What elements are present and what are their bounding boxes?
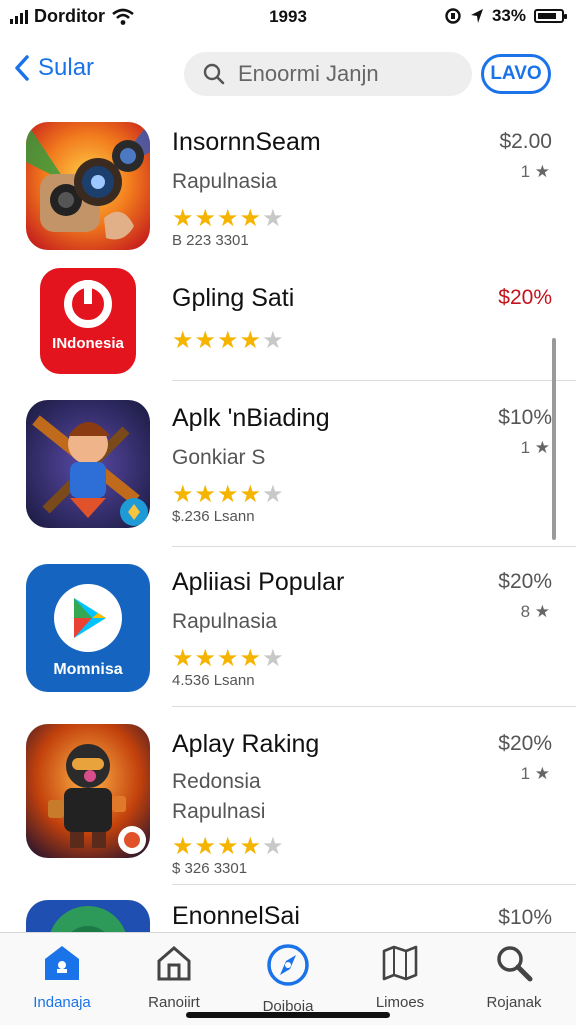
review-count: 1 ★: [520, 162, 550, 181]
tab-label: Rojanak: [486, 994, 542, 1011]
star-rating: ★★★★★: [172, 327, 285, 354]
compass-icon: [267, 944, 309, 986]
battery-icon: [534, 9, 567, 23]
star-rating: ★★★★★: [172, 205, 285, 232]
app-meta: $.236 Lsann: [172, 508, 255, 525]
list-item[interactable]: InsornnSeam Rapulnasia ★★★★★ B 223 3301 …: [0, 112, 576, 252]
app-title: Apliiasi Popular: [172, 568, 345, 596]
search-icon: [203, 63, 225, 85]
map-icon: [382, 945, 418, 981]
star-rating: ★★★★★: [172, 645, 285, 672]
app-subtitle: Rapulnasia: [172, 170, 278, 193]
tab-indanaja[interactable]: Indanaja: [12, 943, 112, 1011]
tab-rojanak[interactable]: Rojanak: [464, 943, 564, 1011]
app-title: EnonnelSai: [172, 902, 300, 930]
list-item[interactable]: Aplay Raking Redonsia Rapulnasi ★★★★★ $ …: [0, 718, 576, 888]
review-count: 1 ★: [520, 764, 550, 783]
app-icon: [26, 400, 150, 528]
app-icon: Momnisa: [26, 564, 150, 692]
search-bar[interactable]: [184, 52, 472, 96]
search-icon: [497, 946, 533, 982]
home-icon: [45, 946, 79, 980]
app-title: InsornnSeam: [172, 128, 321, 156]
app-price[interactable]: $20%: [498, 732, 552, 756]
app-price[interactable]: $20%: [498, 286, 552, 310]
lock-rotation-icon: [445, 8, 461, 24]
star-rating: ★★★★★: [172, 481, 285, 508]
app-meta: 4.536 Lsann: [172, 672, 255, 689]
app-meta: B 223 3301: [172, 232, 249, 249]
app-icon: [26, 724, 150, 858]
app-price[interactable]: $2.00: [499, 130, 552, 154]
tab-label: Ranoiirt: [148, 994, 200, 1011]
review-count: 8 ★: [520, 602, 550, 621]
app-subtitle-secondary: Rapulnasi: [172, 800, 266, 823]
app-title: Aplk 'nBiading: [172, 404, 330, 432]
list-item[interactable]: Aplk 'nBiading Gonkiar S ★★★★★ $.236 Lsa…: [0, 392, 576, 542]
list-item[interactable]: INdonesia Gpling Sati ★★★★★ $20%: [0, 262, 576, 382]
tab-label: Limoes: [375, 994, 425, 1011]
app-price[interactable]: $10%: [498, 406, 552, 430]
app-title: Gpling Sati: [172, 284, 295, 312]
divider: [172, 546, 576, 547]
back-button[interactable]: Sular: [14, 54, 94, 82]
app-icon-text: INdonesia: [52, 335, 124, 352]
status-right: 33%: [444, 6, 567, 26]
divider: [172, 706, 576, 707]
scrollbar[interactable]: [552, 338, 556, 540]
divider: [172, 884, 576, 885]
app-price[interactable]: $10%: [498, 906, 552, 930]
app-icon: INdonesia: [40, 268, 136, 374]
back-label: Sular: [38, 54, 95, 81]
app-icon-text: Momnisa: [53, 661, 122, 678]
location-icon: [470, 9, 483, 23]
app-icon: [26, 900, 150, 932]
house-outline-icon: [157, 946, 191, 981]
app-price[interactable]: $20%: [498, 570, 552, 594]
app-subtitle: Rapulnasia: [172, 610, 278, 633]
app-subtitle: Redonsia: [172, 770, 261, 793]
app-subtitle: Gonkiar S: [172, 446, 266, 469]
tab-limoes[interactable]: Limoes: [350, 943, 450, 1011]
list-item[interactable]: Momnisa Apliiasi Popular Rapulnasia ★★★★…: [0, 558, 576, 708]
divider: [172, 380, 576, 381]
status-bar: Dorditor 1993 33%: [0, 0, 576, 36]
tab-label: Indanaja: [33, 994, 91, 1011]
app-meta: $ 326 3301: [172, 860, 248, 877]
search-input[interactable]: [236, 60, 460, 88]
app-title: Aplay Raking: [172, 730, 320, 758]
review-count: 1 ★: [520, 438, 550, 457]
list-item[interactable]: EnonnelSai $10%: [0, 894, 576, 932]
battery-percent: 33%: [491, 6, 526, 25]
app-icon: [26, 122, 150, 250]
home-indicator[interactable]: [186, 1012, 390, 1018]
nav-action-button[interactable]: LAVO: [481, 54, 551, 94]
navigation-bar: Sular LAVO: [0, 44, 576, 104]
chevron-left-icon: [15, 55, 29, 81]
tab-ranoiirt[interactable]: Ranoiirt: [124, 943, 224, 1011]
tab-doiboia[interactable]: Doiboia: [238, 943, 338, 1015]
app-list: InsornnSeam Rapulnasia ★★★★★ B 223 3301 …: [0, 112, 576, 932]
star-rating: ★★★★★: [172, 833, 285, 860]
